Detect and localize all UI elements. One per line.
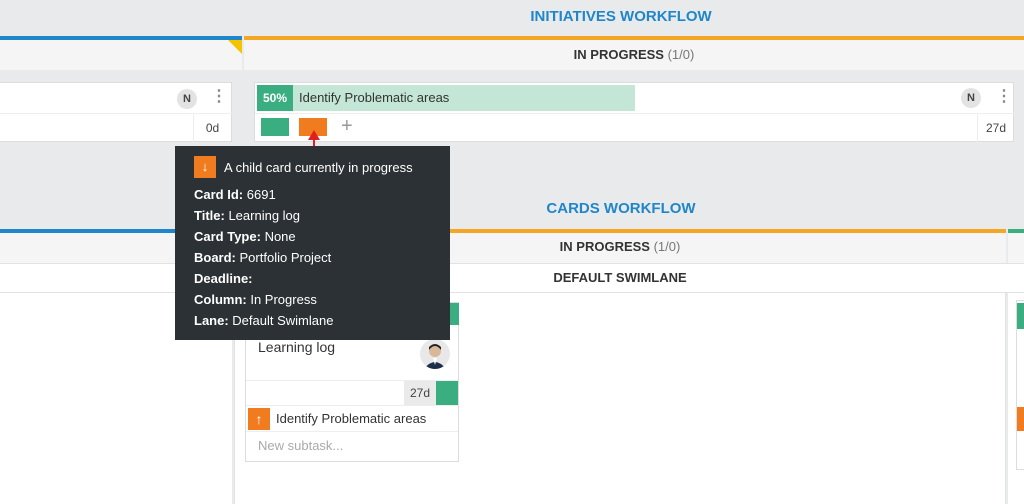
parent-card-link[interactable]: Identify Problematic areas bbox=[276, 411, 426, 426]
column-count: (1/0) bbox=[653, 239, 681, 254]
column-name: IN PROGRESS bbox=[559, 239, 650, 254]
card-divider bbox=[246, 405, 458, 406]
card-status-color bbox=[436, 381, 458, 405]
plus-icon[interactable]: + bbox=[341, 115, 353, 137]
days-box: 27d bbox=[977, 114, 1014, 142]
tooltip-row-lane: Lane: Default Swimlane bbox=[194, 313, 334, 328]
initiatives-title: INITIATIVES WORKFLOW bbox=[530, 8, 712, 25]
avatar[interactable] bbox=[420, 339, 450, 369]
kebab-icon[interactable]: ⋮ bbox=[211, 89, 227, 105]
owner-badge: N bbox=[961, 88, 981, 108]
card-color-strip bbox=[1017, 407, 1024, 431]
tooltip-row-card-type: Card Type: None bbox=[194, 229, 296, 244]
card-title[interactable]: Learning log bbox=[258, 339, 335, 355]
kebab-icon[interactable]: ⋮ bbox=[996, 89, 1012, 105]
tooltip-heading: A child card currently in progress bbox=[224, 159, 413, 175]
days-box: 27d bbox=[404, 381, 436, 405]
progress-percent: 50% bbox=[257, 85, 293, 111]
in-progress-column-header[interactable]: IN PROGRESS (1/0) bbox=[244, 40, 1024, 70]
arrow-up-icon: ↑ bbox=[248, 408, 270, 430]
arrow-down-icon: ↓ bbox=[194, 156, 216, 178]
days-box: 0d bbox=[193, 114, 231, 142]
column-name: IN PROGRESS bbox=[573, 47, 664, 62]
new-subtask-input[interactable]: New subtask... bbox=[258, 438, 343, 453]
tooltip-row-title: Title: Learning log bbox=[194, 208, 301, 223]
tooltip-row-board: Board: Portfolio Project bbox=[194, 250, 332, 265]
left-column-header bbox=[0, 40, 242, 70]
tooltip-row-card-id: Card Id: 6691 bbox=[194, 187, 276, 202]
card-divider bbox=[246, 431, 458, 432]
right-partial-card[interactable] bbox=[1016, 300, 1024, 470]
right-column-header bbox=[1008, 233, 1024, 263]
card-color-strip bbox=[1017, 303, 1024, 329]
tooltip-row-column: Column: In Progress bbox=[194, 292, 317, 307]
left-card[interactable]: N ⋮ 0d bbox=[0, 82, 232, 142]
child-card-indicator-done[interactable] bbox=[261, 118, 289, 136]
card-divider bbox=[255, 113, 1015, 114]
avatar-person-icon bbox=[424, 344, 446, 369]
owner-badge: N bbox=[177, 89, 197, 109]
column-count: (1/0) bbox=[667, 47, 695, 62]
child-card-tooltip: ↓ A child card currently in progress Car… bbox=[175, 146, 450, 340]
card-title[interactable]: Identify Problematic areas bbox=[299, 85, 449, 111]
initiative-card[interactable]: 50% Identify Problematic areas N ⋮ + 27d bbox=[254, 82, 1015, 142]
wip-corner-indicator bbox=[228, 40, 242, 54]
tooltip-row-deadline: Deadline: bbox=[194, 271, 253, 286]
